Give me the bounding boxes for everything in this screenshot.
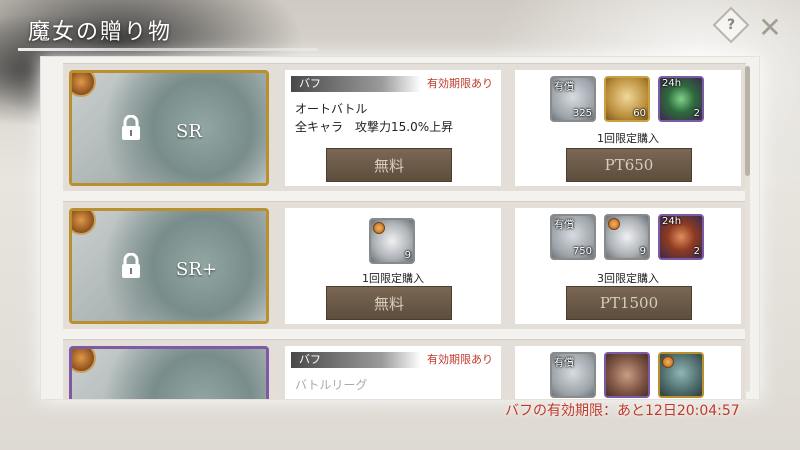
- expiry-tag: 有効期限あり: [427, 77, 493, 90]
- rarity-label: SR+: [176, 259, 217, 280]
- red-orb-icon[interactable]: 24h 2: [658, 214, 704, 260]
- offer-row: SR+ 9 1回限定購入 無料 有償 750 9 24h 2 3回限定購入 PT…: [63, 201, 746, 329]
- crystal-icon[interactable]: 有償 750: [550, 214, 596, 260]
- item-count: 2: [693, 108, 700, 119]
- item-tag: 24h: [662, 78, 682, 89]
- item-count: 9: [639, 246, 646, 257]
- expiry-tag: 有効期限あり: [427, 353, 493, 366]
- item-tag: 24h: [662, 216, 682, 227]
- free-button[interactable]: 無料: [326, 286, 452, 320]
- buff-tag: バフ: [291, 352, 421, 368]
- item-tag: 有償: [554, 358, 574, 369]
- lock-icon: [122, 115, 140, 140]
- purchase-limit: 3回限定購入: [597, 272, 659, 285]
- emblem-icon: [72, 349, 96, 373]
- coin-icon: [662, 356, 674, 368]
- close-icon: ✕: [758, 10, 782, 44]
- free-offer: バフ 有効期限あり バトルリーグ: [285, 346, 501, 399]
- character-card[interactable]: SR: [69, 70, 269, 186]
- gold-item-icon[interactable]: 60: [604, 76, 650, 122]
- item-count: 60: [633, 108, 646, 119]
- scroll-thumb[interactable]: [745, 66, 750, 176]
- rarity-label: SR: [176, 121, 202, 142]
- coin-icon: [373, 222, 385, 234]
- question-icon: ?: [726, 17, 736, 33]
- buff-line: オートバトル: [295, 102, 368, 116]
- chest-icon[interactable]: [604, 352, 650, 398]
- free-offer: バフ 有効期限あり オートバトル 全キャラ 攻撃力15.0%上昇 無料: [285, 70, 501, 186]
- buy-button[interactable]: PT650: [566, 148, 692, 182]
- item-count: 325: [572, 108, 592, 119]
- item-count: 2: [693, 246, 700, 257]
- buff-line: 全キャラ 攻撃力15.0%上昇: [295, 120, 454, 134]
- item-count: 750: [572, 246, 592, 257]
- header: 魔女の贈り物: [14, 10, 172, 50]
- item-tag: 有償: [554, 82, 574, 93]
- letter-icon[interactable]: 9: [604, 214, 650, 260]
- buff-description: バトルリーグ: [295, 376, 367, 394]
- close-button[interactable]: ✕: [755, 10, 785, 44]
- green-orb-icon[interactable]: 24h 2: [658, 76, 704, 122]
- offer-list[interactable]: SR バフ 有効期限あり オートバトル 全キャラ 攻撃力15.0%上昇 無料 有…: [40, 56, 760, 400]
- crystal-icon[interactable]: 有償 325: [550, 76, 596, 122]
- free-button[interactable]: 無料: [326, 148, 452, 182]
- paid-offer: 有償: [515, 346, 741, 399]
- item-tag: 有償: [554, 220, 574, 231]
- buff-tag: バフ: [291, 76, 421, 92]
- purchase-limit: 1回限定購入: [362, 272, 424, 285]
- emblem-icon: [72, 211, 96, 235]
- buff-description: オートバトル 全キャラ 攻撃力15.0%上昇: [295, 100, 453, 136]
- crystal-icon[interactable]: 有償: [550, 352, 596, 398]
- letter-icon[interactable]: 9: [369, 218, 415, 264]
- buff-line: バトルリーグ: [295, 378, 368, 392]
- title-underline: [18, 48, 318, 51]
- paid-offer: 有償 750 9 24h 2 3回限定購入 PT1500: [515, 208, 741, 324]
- buy-button[interactable]: PT1500: [566, 286, 692, 320]
- purchase-limit: 1回限定購入: [597, 132, 659, 145]
- character-card[interactable]: [69, 346, 269, 399]
- page-title: 魔女の贈り物: [28, 20, 173, 45]
- offer-row: バフ 有効期限あり バトルリーグ 有償: [63, 339, 746, 399]
- coin-icon: [608, 218, 620, 230]
- item-count: 9: [404, 250, 411, 261]
- paid-offer: 有償 325 60 24h 2 1回限定購入 PT650: [515, 70, 741, 186]
- scrollbar[interactable]: [745, 66, 750, 392]
- character-card[interactable]: SR+: [69, 208, 269, 324]
- lock-icon: [122, 253, 140, 278]
- offer-row: SR バフ 有効期限あり オートバトル 全キャラ 攻撃力15.0%上昇 無料 有…: [63, 63, 746, 191]
- free-offer: 9 1回限定購入 無料: [285, 208, 501, 324]
- buff-timer: バフの有効期限：あと12日20:04:57: [505, 403, 740, 419]
- portrait-icon[interactable]: [658, 352, 704, 398]
- emblem-icon: [72, 73, 96, 97]
